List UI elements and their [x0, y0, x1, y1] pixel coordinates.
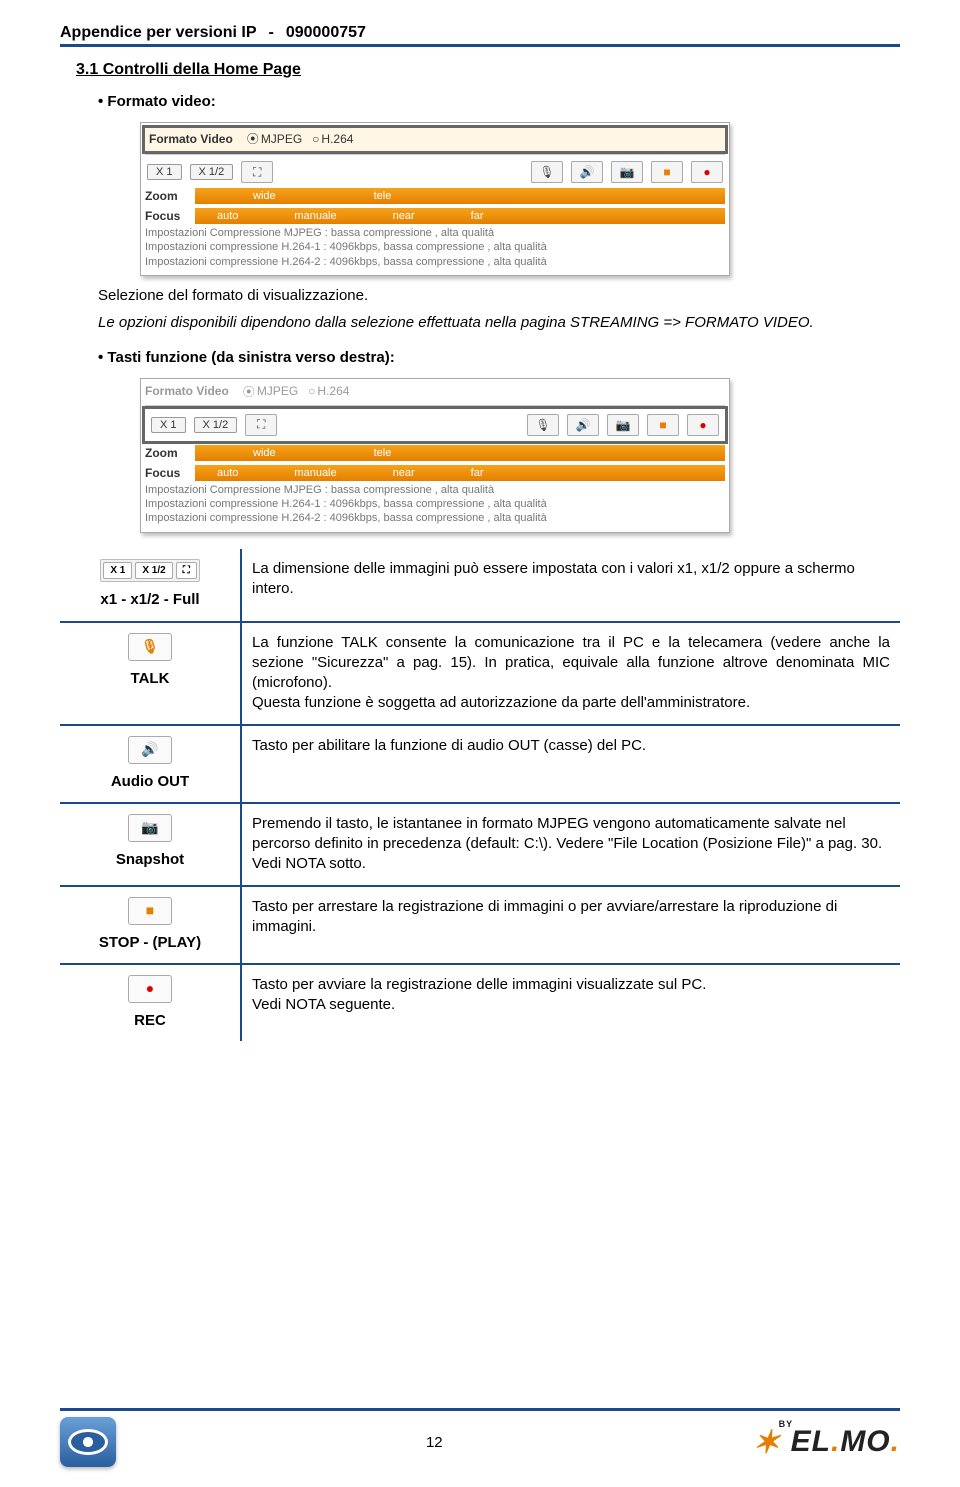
header-title: Appendice per versioni IP — [60, 24, 257, 42]
table-row: ● REC Tasto per avviare la registrazione… — [60, 964, 900, 1041]
radio-h264[interactable] — [302, 132, 321, 146]
speaker-icon[interactable]: 🔊 — [567, 414, 599, 436]
x1-x12-full-icon: X 1X 1/2⛶ — [100, 559, 199, 583]
row-label: Audio OUT — [70, 772, 230, 792]
section-title: 3.1 Controlli della Home Page — [76, 61, 900, 79]
btn-x1[interactable]: X 1 — [151, 417, 186, 433]
mic-icon[interactable]: 🎙 — [531, 161, 563, 183]
compression-text-3: Impostazioni compressione H.264-2 : 4096… — [145, 255, 725, 269]
table-row: 🔊 Audio OUT Tasto per abilitare la funzi… — [60, 725, 900, 803]
rec-icon[interactable]: ● — [687, 414, 719, 436]
para-selezione: Selezione del formato di visualizzazione… — [98, 286, 900, 306]
screenshot-formato-video: Formato Video MJPEG H.264 X 1 X 1/2 ⛶ 🎙 … — [140, 122, 730, 276]
mic-icon: 🎙 — [128, 633, 172, 661]
row-desc: Premendo il tasto, le istantanee in form… — [241, 803, 900, 886]
function-table: X 1X 1/2⛶ x1 - x1/2 - Full La dimensione… — [60, 549, 900, 1041]
speaker-icon[interactable]: 🔊 — [571, 161, 603, 183]
table-row: X 1X 1/2⛶ x1 - x1/2 - Full La dimensione… — [60, 549, 900, 622]
row-label: x1 - x1/2 - Full — [70, 590, 230, 610]
camera-icon: 📷 — [128, 814, 172, 842]
rec-icon: ● — [128, 975, 172, 1003]
fullscreen-icon[interactable]: ⛶ — [245, 414, 277, 436]
focus-label: Focus — [145, 209, 195, 223]
zoom-label: Zoom — [145, 189, 195, 203]
row-desc: Tasto per avviare la registrazione delle… — [241, 964, 900, 1041]
compression-text-1: Impostazioni Compressione MJPEG : bassa … — [145, 226, 725, 240]
header-sep: - — [257, 24, 286, 42]
row-label: TALK — [70, 669, 230, 689]
row-desc: La funzione TALK consente la comunicazio… — [241, 622, 900, 725]
row-label: STOP - (PLAY) — [70, 933, 230, 953]
row-label: REC — [70, 1011, 230, 1031]
camera-icon[interactable]: 📷 — [607, 414, 639, 436]
camera-icon[interactable]: 📷 — [611, 161, 643, 183]
speaker-icon: 🔊 — [128, 736, 172, 764]
rec-icon[interactable]: ● — [691, 161, 723, 183]
radio-mjpeg[interactable] — [241, 130, 261, 147]
header-doc-number: 090000757 — [286, 24, 366, 42]
fullscreen-icon[interactable]: ⛶ — [241, 161, 273, 183]
btn-x12[interactable]: X 1/2 — [190, 164, 234, 180]
stop-icon[interactable]: ■ — [647, 414, 679, 436]
stop-icon: ■ — [128, 897, 172, 925]
eye-logo-icon — [60, 1417, 116, 1467]
bullet-tasti: • Tasti funzione (da sinistra verso dest… — [98, 349, 900, 366]
compression-text-2: Impostazioni compressione H.264-1 : 4096… — [145, 240, 725, 254]
header-rule — [60, 44, 900, 47]
para-opzioni: Le opzioni disponibili dipendono dalla s… — [98, 313, 900, 333]
table-row: ■ STOP - (PLAY) Tasto per arrestare la r… — [60, 886, 900, 964]
btn-x1[interactable]: X 1 — [147, 164, 182, 180]
mic-icon[interactable]: 🎙 — [527, 414, 559, 436]
screenshot-tasti-funzione: Formato Video MJPEG H.264 X 1 X 1/2 ⛶ 🎙 … — [140, 378, 730, 533]
stop-icon[interactable]: ■ — [651, 161, 683, 183]
footer: 12 BYEL.MO. — [60, 1408, 900, 1467]
format-label: Formato Video — [149, 132, 233, 146]
btn-x12[interactable]: X 1/2 — [194, 417, 238, 433]
elmo-logo: BYEL.MO. — [753, 1425, 900, 1459]
table-row: 🎙 TALK La funzione TALK consente la comu… — [60, 622, 900, 725]
row-label: Snapshot — [70, 850, 230, 870]
table-row: 📷 Snapshot Premendo il tasto, le istanta… — [60, 803, 900, 886]
row-desc: La dimensione delle immagini può essere … — [241, 549, 900, 622]
page-number: 12 — [426, 1434, 443, 1451]
row-desc: Tasto per arrestare la registrazione di … — [241, 886, 900, 964]
row-desc: Tasto per abilitare la funzione di audio… — [241, 725, 900, 803]
bullet-formato-video: • Formato video: — [98, 93, 900, 110]
